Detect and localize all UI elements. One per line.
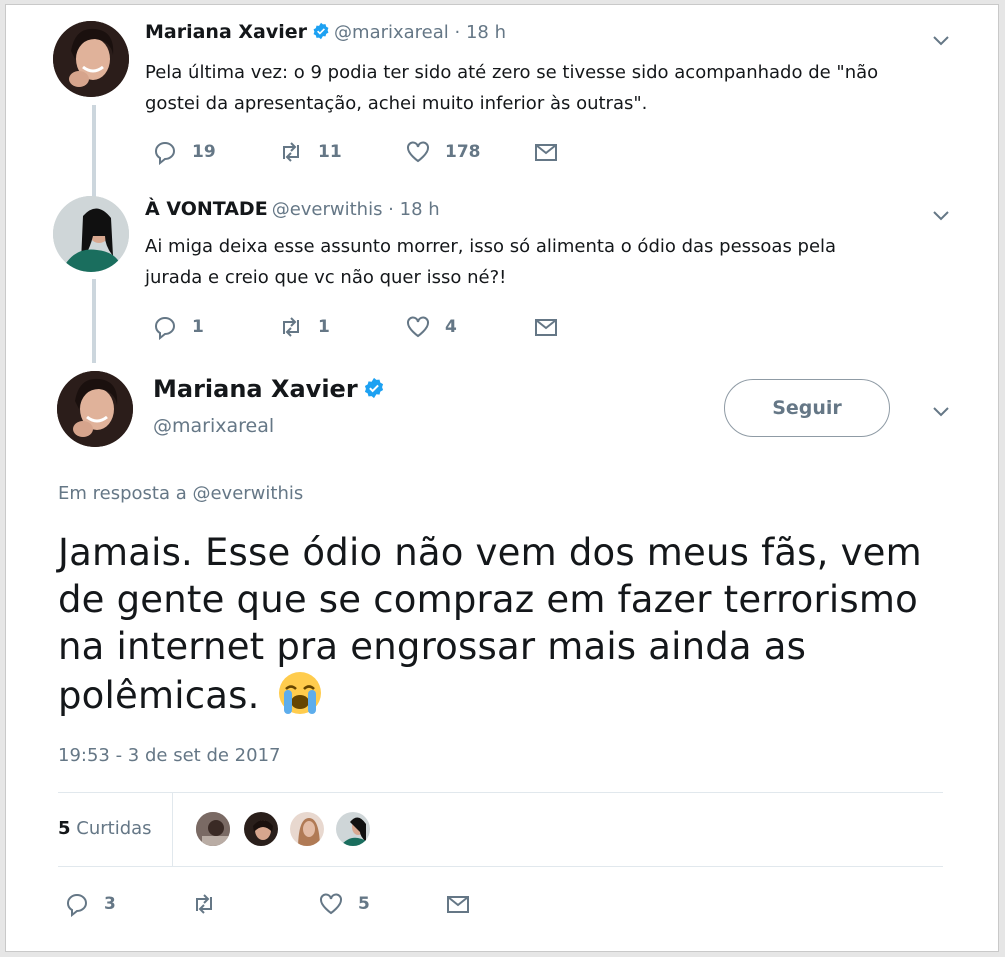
message-button[interactable] bbox=[445, 889, 471, 919]
thread-line bbox=[92, 279, 96, 363]
envelope-icon bbox=[535, 319, 557, 336]
reply-button[interactable]: 1 bbox=[152, 312, 204, 342]
likes-count-number: 5 bbox=[58, 818, 71, 839]
liker-avatar[interactable] bbox=[194, 810, 232, 848]
reply-to-link[interactable]: @everwithis bbox=[192, 483, 303, 504]
tweet-text-line: na internet pra engrossar mais ainda as bbox=[58, 625, 807, 668]
like-button[interactable]: 5 bbox=[318, 889, 370, 919]
heart-icon bbox=[320, 893, 342, 915]
retweet-button[interactable]: 1 bbox=[278, 312, 330, 342]
verified-badge-icon bbox=[313, 22, 329, 40]
heart-icon bbox=[407, 141, 429, 163]
author-name[interactable]: Mariana Xavier bbox=[153, 375, 385, 403]
reply-button[interactable]: 3 bbox=[64, 889, 116, 919]
divider bbox=[172, 792, 173, 866]
reply-count: 1 bbox=[192, 317, 204, 337]
like-count: 178 bbox=[445, 142, 481, 162]
tweet-text-line: Pela última vez: o 9 podia ter sido até … bbox=[145, 62, 879, 83]
reply-count: 19 bbox=[192, 142, 216, 162]
loudly-crying-face-icon bbox=[278, 672, 321, 714]
chevron-down-icon[interactable] bbox=[931, 404, 951, 418]
like-count: 4 bbox=[445, 317, 457, 337]
divider bbox=[58, 866, 943, 867]
avatar[interactable] bbox=[53, 196, 129, 272]
tweet-text-line: jurada e creio que vc não quer isso né?! bbox=[145, 267, 507, 288]
like-button[interactable]: 178 bbox=[405, 137, 481, 167]
retweet-icon bbox=[283, 317, 299, 337]
chevron-down-icon[interactable] bbox=[931, 208, 951, 222]
tweet-text-line: Ai miga deixa esse assunto morrer, isso … bbox=[145, 236, 837, 257]
tweet-text-line: polêmicas. bbox=[58, 670, 958, 719]
like-count: 5 bbox=[358, 894, 370, 914]
envelope-icon bbox=[447, 896, 469, 913]
main-tweet-text: Jamais. Esse ódio não vem dos meus fãs, … bbox=[58, 529, 958, 719]
retweet-icon bbox=[283, 142, 299, 162]
tweet-timestamp[interactable]: 19:53 - 3 de set de 2017 bbox=[58, 745, 280, 766]
reply-prefix: Em resposta a bbox=[58, 483, 187, 504]
tweet-text-line: de gente que se compraz em fazer terrori… bbox=[58, 578, 918, 621]
tweet-text: Ai miga deixa esse assunto morrer, isso … bbox=[145, 231, 945, 293]
likes-count-link[interactable]: 5 Curtidas bbox=[58, 818, 152, 839]
liker-avatar[interactable] bbox=[288, 810, 326, 848]
heart-icon bbox=[407, 316, 429, 338]
chevron-down-icon[interactable] bbox=[931, 33, 951, 47]
tweet-frame: Mariana Xavier @marixareal · 18 h Pela úl… bbox=[5, 4, 999, 952]
tweet-text: Pela última vez: o 9 podia ter sido até … bbox=[145, 57, 945, 119]
retweet-button[interactable] bbox=[191, 889, 231, 919]
author-name-text[interactable]: Mariana Xavier bbox=[153, 375, 358, 403]
likes-summary: 5 Curtidas bbox=[58, 792, 943, 866]
envelope-icon bbox=[535, 144, 557, 161]
author-handle[interactable]: @marixareal bbox=[153, 415, 274, 437]
message-button[interactable] bbox=[533, 312, 559, 342]
author-name[interactable]: Mariana Xavier bbox=[145, 21, 307, 43]
message-button[interactable] bbox=[533, 137, 559, 167]
author-handle[interactable]: @everwithis · 18 h bbox=[272, 199, 440, 220]
reply-button[interactable]: 19 bbox=[152, 137, 216, 167]
follow-button[interactable]: Seguir bbox=[724, 379, 890, 437]
tweet-text-line: gostei da apresentação, achei muito infe… bbox=[145, 93, 648, 114]
avatar[interactable] bbox=[57, 371, 133, 447]
tweet-header: Mariana Xavier @marixareal · 18 h bbox=[145, 21, 506, 43]
tweet-text-end: polêmicas. bbox=[58, 674, 260, 717]
reply-icon bbox=[155, 317, 175, 340]
author-name[interactable]: À VONTADE bbox=[145, 198, 268, 220]
author-handle[interactable]: @marixareal · 18 h bbox=[334, 22, 506, 43]
retweet-icon bbox=[196, 894, 212, 914]
liker-avatar[interactable] bbox=[334, 810, 372, 848]
reply-context: Em resposta a @everwithis bbox=[58, 483, 303, 504]
liker-avatar[interactable] bbox=[242, 810, 280, 848]
retweet-button[interactable]: 11 bbox=[278, 137, 342, 167]
verified-badge-icon bbox=[364, 377, 383, 399]
retweet-count: 1 bbox=[318, 317, 330, 337]
reply-count: 3 bbox=[104, 894, 116, 914]
thread-line bbox=[92, 105, 96, 197]
avatar[interactable] bbox=[53, 21, 129, 97]
tweet-text-line: Jamais. Esse ódio não vem dos meus fãs, … bbox=[58, 531, 922, 574]
likes-label: Curtidas bbox=[76, 818, 152, 839]
reply-icon bbox=[155, 142, 175, 165]
retweet-count: 11 bbox=[318, 142, 342, 162]
like-button[interactable]: 4 bbox=[405, 312, 457, 342]
reply-icon bbox=[67, 894, 87, 917]
tweet-header: À VONTADE @everwithis · 18 h bbox=[145, 198, 440, 220]
